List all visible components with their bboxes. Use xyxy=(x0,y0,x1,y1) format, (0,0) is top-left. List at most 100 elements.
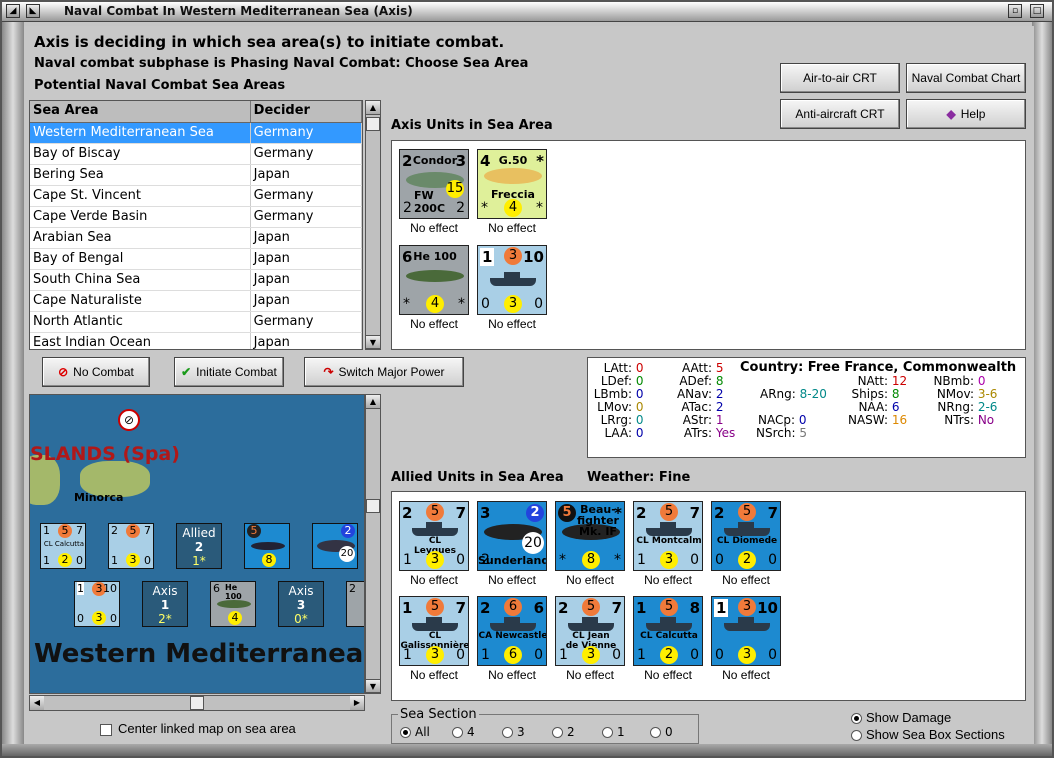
map-counter[interactable]: 257130 xyxy=(108,523,154,569)
scroll-up-icon[interactable]: ▲ xyxy=(366,101,380,115)
row-area: Bay of Bengal xyxy=(30,249,251,269)
ship-icon xyxy=(724,522,770,536)
allied-unit-counter[interactable]: 2 5 7 CL Diomede 0 2 0 xyxy=(711,501,781,571)
no-entry-icon: ⊘ xyxy=(58,365,69,379)
table-scrollbar[interactable]: ▲ ▼ xyxy=(365,100,381,350)
allied-unit-counter[interactable]: 1 3 10 0 3 0 xyxy=(711,596,781,666)
naval-combat-chart-button[interactable]: Naval Combat Chart xyxy=(906,63,1026,93)
scroll-up-icon[interactable]: ▲ xyxy=(366,395,380,409)
table-row[interactable]: East Indian Ocean Japan xyxy=(30,333,362,349)
scroll-thumb[interactable] xyxy=(366,117,380,131)
map-axis-box-1[interactable]: Axis 1 2* xyxy=(142,581,188,627)
naval-chart-label: Naval Combat Chart xyxy=(911,71,1021,85)
ship-icon xyxy=(646,617,692,631)
counter-bl: 2 xyxy=(481,552,490,568)
allied-unit-counter[interactable]: 257CL Leygues130 xyxy=(399,501,469,571)
table-row[interactable]: Arabian Sea Japan xyxy=(30,228,362,249)
air-to-air-crt-button[interactable]: Air-to-air CRT xyxy=(780,63,900,93)
counter-om: 5 xyxy=(738,503,756,521)
row-decider: Japan xyxy=(251,249,362,269)
radio-dot[interactable] xyxy=(502,727,513,738)
map-hscrollbar[interactable]: ◀ ▶ xyxy=(29,695,365,711)
col-sea-area[interactable]: Sea Area xyxy=(30,101,251,122)
counter-value: 10 xyxy=(523,248,544,266)
map-counter[interactable]: 2 20 xyxy=(312,523,358,569)
system-menu-icon[interactable]: ◢ xyxy=(6,4,20,18)
table-row[interactable]: Bering Sea Japan xyxy=(30,165,362,186)
table-row[interactable]: Western Mediterranean Sea Germany xyxy=(30,123,362,144)
stat-nacp: NACp: 0 xyxy=(758,413,807,427)
title-bar[interactable]: ◢ ◣ Naval Combat In Western Mediterranea… xyxy=(2,2,1052,22)
map-counter[interactable]: 2 xyxy=(346,581,364,627)
allied-unit-counter[interactable]: 157CL Galissonnière130 xyxy=(399,596,469,666)
section-2-radio[interactable]: 2 xyxy=(552,725,575,739)
show-sea-box-radio[interactable]: Show Sea Box Sections xyxy=(851,727,1005,742)
no-combat-button[interactable]: ⊘ No Combat xyxy=(42,357,150,387)
allied-unit-counter[interactable]: 1 5 8 CL Calcutta 1 2 0 xyxy=(633,596,703,666)
counter-value: * xyxy=(403,296,410,312)
scroll-down-icon[interactable]: ▼ xyxy=(366,335,380,349)
scroll-right-icon[interactable]: ▶ xyxy=(350,696,364,710)
map-counter[interactable]: 6 He 100 4 xyxy=(210,581,256,627)
center-map-checkbox[interactable]: Center linked map on sea area xyxy=(100,721,296,736)
radio-dot[interactable] xyxy=(650,727,661,738)
anti-aircraft-crt-button[interactable]: Anti-aircraft CRT xyxy=(780,99,900,129)
maximize-icon[interactable]: □ xyxy=(1030,4,1044,18)
section-1-radio[interactable]: 1 xyxy=(602,725,625,739)
help-button[interactable]: ◆ Help xyxy=(906,99,1026,129)
radio-dot[interactable] xyxy=(602,727,613,738)
map-counter[interactable]: 58 xyxy=(244,523,290,569)
minimize-icon[interactable]: ◣ xyxy=(26,4,40,18)
restore-icon[interactable]: ▫ xyxy=(1008,4,1022,18)
table-row[interactable]: Bay of Biscay Germany xyxy=(30,144,362,165)
unit-effect: No effect xyxy=(644,668,692,682)
show-damage-radio[interactable]: Show Damage xyxy=(851,710,951,725)
allied-unit-counter[interactable]: 2 5 7 CL Montcalm 1 3 0 xyxy=(633,501,703,571)
map-counter[interactable]: 1 3 10 0 3 0 xyxy=(74,581,120,627)
radio-dot[interactable] xyxy=(851,730,862,742)
radio-dot[interactable] xyxy=(452,727,463,738)
checkbox-box[interactable] xyxy=(100,723,112,736)
section-4-radio[interactable]: 4 xyxy=(452,725,475,739)
sea-area-map[interactable]: SLANDS (Spa) Minorca ⊘ 1 5 7 CL Calcutta 1 2 0… xyxy=(29,394,365,694)
table-row[interactable]: South China Sea Japan xyxy=(30,270,362,291)
scroll-thumb[interactable] xyxy=(190,696,204,710)
counter-tl: 1 xyxy=(636,599,647,617)
section-0-radio[interactable]: 0 xyxy=(650,725,673,739)
map-vscrollbar[interactable]: ▲ ▼ xyxy=(365,394,381,694)
allied-unit-counter[interactable]: 5 * Beau- fighter Mk. IF * 8 * xyxy=(555,501,625,571)
stat-lbmb: LBmb: 0 xyxy=(593,387,644,401)
unit-counter-condor[interactable]: 2 Condor 3 15 2 FW 200C 2 xyxy=(399,149,469,219)
radio-dot[interactable] xyxy=(400,727,411,738)
initiate-combat-button[interactable]: ✔ Initiate Combat xyxy=(174,357,284,387)
left-frame xyxy=(2,22,24,756)
allied-unit-counter[interactable]: 2 5 7 CL Jean de Vienne 1 3 0 xyxy=(555,596,625,666)
col-decider[interactable]: Decider xyxy=(251,101,362,122)
map-allied-box[interactable]: Allied 2 1* xyxy=(176,523,222,569)
section-3-radio[interactable]: 3 xyxy=(502,725,525,739)
section-all-radio[interactable]: All xyxy=(400,725,430,739)
row-area: Cape St. Vincent xyxy=(30,186,251,206)
unit-counter-he100[interactable]: 6 He 100 * 4 * xyxy=(399,245,469,315)
counter-br: 0 xyxy=(690,647,699,663)
table-row[interactable]: Cape Verde Basin Germany xyxy=(30,207,362,228)
allied-unit-counter[interactable]: 3 2 Sunderland 2 20 xyxy=(477,501,547,571)
map-counter[interactable]: 1 5 7 CL Calcutta 1 2 0 xyxy=(40,523,86,569)
radio-dot[interactable] xyxy=(552,727,563,738)
counter-bm: 3 xyxy=(426,551,444,569)
unit-counter-convoy[interactable]: 1 3 10 0 3 0 xyxy=(477,245,547,315)
allied-unit-counter[interactable]: 2 6 6 CA Newcastle 1 6 0 xyxy=(477,596,547,666)
table-row[interactable]: Cape Naturaliste Japan xyxy=(30,291,362,312)
table-row[interactable]: North Atlantic Germany xyxy=(30,312,362,333)
scroll-down-icon[interactable]: ▼ xyxy=(366,679,380,693)
aircraft-icon xyxy=(406,270,464,282)
table-row[interactable]: Cape St. Vincent Germany xyxy=(30,186,362,207)
unit-counter-g50[interactable]: 4 G.50 * Freccia * 4 * xyxy=(477,149,547,219)
scroll-thumb[interactable] xyxy=(366,499,380,513)
counter-bm: 8 xyxy=(582,551,600,569)
switch-major-power-button[interactable]: ↷ Switch Major Power xyxy=(304,357,464,387)
table-row[interactable]: Bay of Bengal Japan xyxy=(30,249,362,270)
radio-dot[interactable] xyxy=(851,713,862,725)
map-axis-box-2[interactable]: Axis 3 0* xyxy=(278,581,324,627)
scroll-left-icon[interactable]: ◀ xyxy=(30,696,44,710)
